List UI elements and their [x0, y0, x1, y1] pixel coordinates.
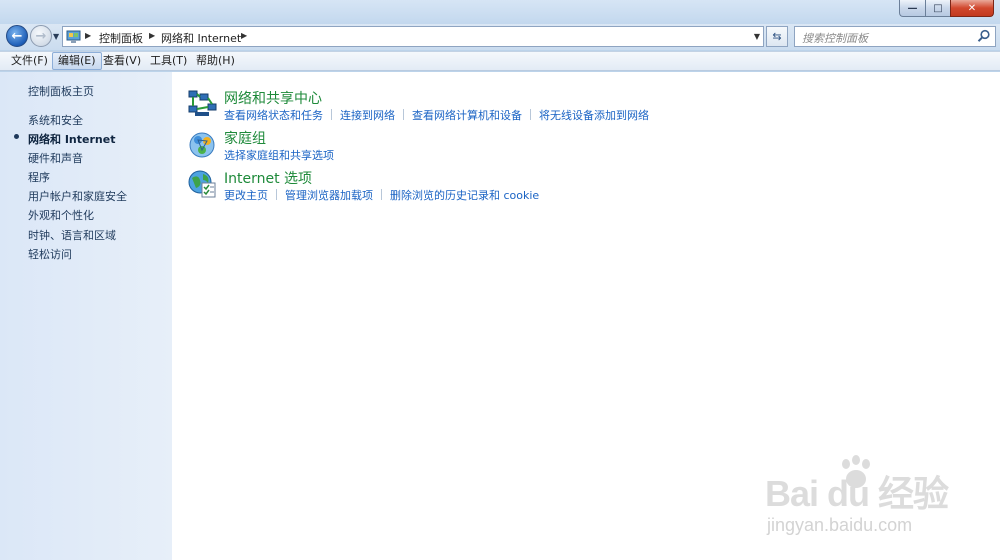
- breadcrumb-chevron-icon[interactable]: ▶: [85, 31, 91, 40]
- internet-options-icon: [188, 170, 216, 198]
- refresh-button[interactable]: ⇆: [766, 26, 788, 47]
- sidebar-item-user-accounts[interactable]: 用户帐户和家庭安全: [28, 188, 127, 204]
- breadcrumb-chevron-icon[interactable]: ▶: [241, 31, 247, 40]
- search-input[interactable]: 搜索控制面板: [802, 30, 868, 46]
- breadcrumb-chevron-icon[interactable]: ▶: [149, 31, 155, 40]
- internet-options-links: 更改主页 管理浏览器加载项 删除浏览的历史记录和 cookie: [224, 187, 539, 203]
- view-network-computers-link[interactable]: 查看网络计算机和设备: [412, 109, 522, 122]
- arrow-right-icon: →: [35, 28, 47, 44]
- menu-bar: 文件(F) 编辑(E) 查看(V) 工具(T) 帮助(H): [0, 51, 1000, 71]
- sidebar-item-network-internet[interactable]: 网络和 Internet: [28, 131, 115, 147]
- link-divider: [530, 109, 531, 120]
- breadcrumb-network-internet[interactable]: 网络和 Internet: [161, 30, 241, 46]
- link-divider: [381, 189, 382, 200]
- control-panel-icon: [65, 29, 81, 44]
- forward-button[interactable]: →: [30, 25, 52, 47]
- homegroup-title[interactable]: 家庭组: [224, 128, 266, 148]
- back-button[interactable]: ←: [6, 25, 28, 47]
- network-sharing-links: 查看网络状态和任务 连接到网络 查看网络计算机和设备 将无线设备添加到网络: [224, 107, 649, 123]
- recent-pages-dropdown[interactable]: ▼: [53, 32, 59, 41]
- watermark-site: jingyan.baidu.com: [767, 515, 913, 535]
- sidebar-item-system-security[interactable]: 系统和安全: [28, 112, 83, 128]
- view-network-status-link[interactable]: 查看网络状态和任务: [224, 109, 323, 122]
- watermark-brand: Bai du 经验: [765, 473, 949, 514]
- window-titlebar: — □ ✕: [0, 0, 1000, 24]
- sidebar-item-ease-of-access[interactable]: 轻松访问: [28, 246, 72, 262]
- sidebar: 控制面板主页 系统和安全 网络和 Internet 硬件和声音 程序 用户帐户和…: [0, 72, 172, 560]
- change-homepage-link[interactable]: 更改主页: [224, 189, 268, 202]
- search-box[interactable]: 搜索控制面板: [794, 26, 996, 47]
- menu-edit[interactable]: 编辑(E): [52, 52, 102, 70]
- link-divider: [276, 189, 277, 200]
- link-divider: [403, 109, 404, 120]
- manage-addons-link[interactable]: 管理浏览器加载项: [285, 189, 373, 202]
- menu-file[interactable]: 文件(F): [6, 52, 53, 70]
- maximize-button[interactable]: □: [925, 0, 950, 17]
- refresh-icon: ⇆: [772, 30, 782, 43]
- current-page-bullet-icon: [14, 134, 19, 139]
- internet-options-title[interactable]: Internet 选项: [224, 168, 312, 188]
- sidebar-item-hardware-sound[interactable]: 硬件和声音: [28, 150, 83, 166]
- network-sharing-title[interactable]: 网络和共享中心: [224, 88, 322, 108]
- sidebar-item-programs[interactable]: 程序: [28, 169, 50, 185]
- delete-history-link[interactable]: 删除浏览的历史记录和 cookie: [390, 189, 539, 202]
- connect-to-network-link[interactable]: 连接到网络: [340, 109, 395, 122]
- menu-view[interactable]: 查看(V): [98, 52, 146, 70]
- search-icon[interactable]: [977, 29, 991, 43]
- breadcrumb-control-panel[interactable]: 控制面板: [99, 30, 143, 46]
- homegroup-links: 选择家庭组和共享选项: [224, 147, 334, 163]
- sidebar-item-appearance[interactable]: 外观和个性化: [28, 207, 94, 223]
- close-button[interactable]: ✕: [950, 0, 994, 17]
- homegroup-icon: [189, 132, 215, 158]
- arrow-left-icon: ←: [11, 28, 23, 44]
- add-wireless-device-link[interactable]: 将无线设备添加到网络: [539, 109, 649, 122]
- sidebar-item-clock-language[interactable]: 时钟、语言和区域: [28, 227, 116, 243]
- link-divider: [331, 109, 332, 120]
- address-dropdown-icon[interactable]: ▼: [754, 32, 760, 41]
- menu-help[interactable]: 帮助(H): [191, 52, 240, 70]
- network-center-icon: [188, 90, 217, 116]
- minimize-button[interactable]: —: [899, 0, 925, 17]
- sidebar-home-link[interactable]: 控制面板主页: [28, 83, 94, 99]
- address-bar[interactable]: ▶ 控制面板 ▶ 网络和 Internet ▶ ▼: [62, 26, 764, 47]
- homegroup-sharing-options-link[interactable]: 选择家庭组和共享选项: [224, 149, 334, 162]
- menu-tools[interactable]: 工具(T): [145, 52, 192, 70]
- window-controls: — □ ✕: [899, 0, 994, 17]
- baidu-jingyan-watermark: Bai du 经验 jingyan.baidu.com: [765, 455, 995, 550]
- navigation-bar: ← → ▼ ▶ 控制面板 ▶ 网络和 Internet ▶ ▼ ⇆ 搜索控制面板: [0, 24, 1000, 50]
